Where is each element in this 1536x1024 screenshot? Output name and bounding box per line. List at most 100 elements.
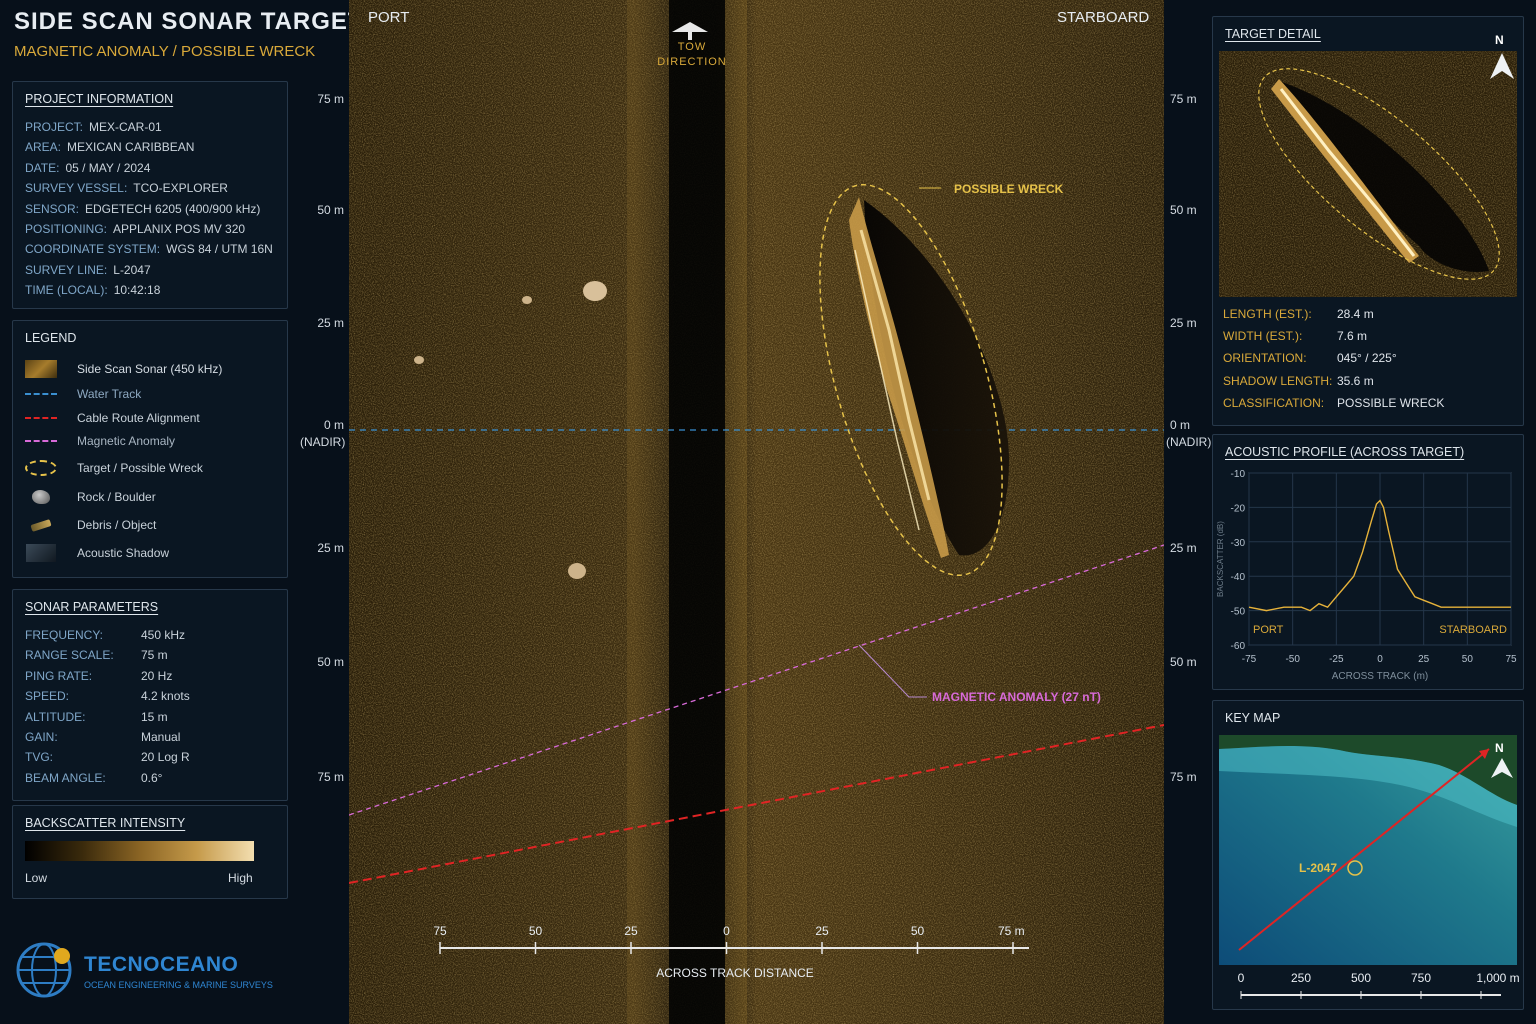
legend-label: Rock / Boulder <box>77 490 156 504</box>
legend-label: Debris / Object <box>77 518 157 532</box>
legend-panel: LEGEND Side Scan Sonar (450 kHz) Water T… <box>12 320 288 578</box>
project-value: 05 / MAY / 2024 <box>65 160 151 175</box>
sonar-param-key: PING RATE: <box>25 668 93 683</box>
project-key: PROJECT: <box>25 120 84 134</box>
project-row: COORDINATE SYSTEM: WGS 84 / UTM 16N <box>25 242 273 256</box>
target-detail-row: CLASSIFICATION: POSSIBLE WRECK <box>1223 396 1444 410</box>
rock-icon <box>568 563 586 579</box>
dashed-red-line-icon <box>25 408 57 428</box>
x-tick-label: 50 <box>1462 654 1474 665</box>
brand-tagline: OCEAN ENGINEERING & MARINE SURVEYS <box>84 980 273 990</box>
sonar-param-key: FREQUENCY: <box>25 628 104 642</box>
project-value: TCO-EXPLORER <box>133 181 228 196</box>
range-label-left: 75 m <box>317 770 344 784</box>
globe-icon <box>16 942 72 998</box>
target-detail-value: 7.6 m <box>1337 329 1368 344</box>
north-arrow-icon <box>1490 53 1514 79</box>
acoustic-profile-panel: ACOUSTIC PROFILE (ACROSS TARGET) -10 -20-… <box>1212 434 1524 690</box>
sonar-image[interactable] <box>349 0 1164 1024</box>
project-row: AREA: MEXICAN CARIBBEAN <box>25 140 194 154</box>
range-label-left: 25 m <box>317 541 344 555</box>
y-axis-label: BACKSCATTER (dB) <box>1216 521 1225 597</box>
possible-wreck-label: POSSIBLE WRECK <box>954 182 1064 196</box>
backscatter-colorbar <box>25 841 254 861</box>
map-scale-label: 1,000 m <box>1476 971 1520 985</box>
page-subtitle: MAGNETIC ANOMALY / POSSIBLE WRECK <box>14 43 316 60</box>
dashed-pink-line-icon <box>25 431 57 451</box>
legend-item-water-track: Water Track <box>25 384 141 404</box>
project-info-panel: PROJECT INFORMATION PROJECT: MEX-CAR-01 AR… <box>12 81 288 309</box>
sonar-param-value: 0.6° <box>141 770 163 785</box>
shadow-swatch-icon <box>25 543 57 563</box>
target-detail-value: 28.4 m <box>1337 307 1374 321</box>
scale-tick-label: 25 <box>815 924 829 938</box>
project-value: APPLANIX POS MV 320 <box>113 222 246 236</box>
scale-tick-label: 50 <box>528 924 543 938</box>
sonar-param-row: BEAM ANGLE: 0.6° <box>25 771 162 785</box>
sonar-param-row: FREQUENCY: 450 kHz <box>25 628 185 642</box>
target-detail-key: WIDTH (EST.): <box>1223 329 1303 344</box>
nadir-label-left: (NADIR) <box>300 435 346 449</box>
project-key: POSITIONING: <box>25 222 108 236</box>
range-label-left: 50 m <box>317 655 344 669</box>
sonar-param-key: BEAM ANGLE: <box>25 770 106 785</box>
project-value: L-2047 <box>113 262 151 277</box>
sonar-param-key: RANGE SCALE: <box>25 648 114 663</box>
target-detail-row: WIDTH (EST.): 7.6 m <box>1223 329 1367 343</box>
range-label-left: 25 m <box>317 316 344 330</box>
legend-item-debris: Debris / Object <box>25 515 156 535</box>
project-value: EDGETECH 6205 (400/900 kHz) <box>85 201 261 216</box>
key-map-scalebar <box>1240 991 1501 999</box>
sonar-param-row: SPEED: 4.2 knots <box>25 689 190 703</box>
project-row: SURVEY LINE: L-2047 <box>25 263 151 277</box>
sonar-param-key: TVG: <box>25 750 54 765</box>
y-tick-label: -10 <box>1231 469 1246 480</box>
map-scale-label: 250 <box>1290 971 1312 985</box>
sonar-param-value: 450 kHz <box>141 628 186 642</box>
rock-icon <box>583 281 607 301</box>
range-label-right: 75 m <box>1170 770 1197 784</box>
range-label-right: 50 m <box>1170 203 1197 217</box>
y-tick-label: -40 <box>1231 572 1246 583</box>
x-tick-label: -75 <box>1242 654 1257 665</box>
target-detail-image <box>1219 51 1517 297</box>
legend-item-cable: Cable Route Alignment <box>25 408 200 428</box>
project-row: DATE: 05 / MAY / 2024 <box>25 161 150 175</box>
target-detail-value: 35.6 m <box>1337 373 1374 388</box>
scale-tick-label: 75 m <box>998 924 1025 938</box>
x-tick-label: -25 <box>1329 654 1344 665</box>
sonar-param-value: 15 m <box>141 709 168 724</box>
magnetic-anomaly-label: MAGNETIC ANOMALY (27 nT) <box>932 690 1101 704</box>
target-detail-key: SHADOW LENGTH: <box>1223 373 1333 388</box>
sonar-canvas <box>349 0 1164 1024</box>
sonar-param-row: TVG: 20 Log R <box>25 750 190 764</box>
map-scale-label: 500 <box>1350 971 1372 985</box>
sonar-param-key: GAIN: <box>25 730 58 744</box>
target-detail-row: ORIENTATION: 045° / 225° <box>1223 351 1397 365</box>
x-tick-label: 0 <box>1377 654 1383 665</box>
legend-item-sonar: Side Scan Sonar (450 kHz) <box>25 359 222 379</box>
range-label-right: 75 m <box>1170 92 1197 106</box>
sonar-params-panel: SONAR PARAMETERS FREQUENCY: 450 kHz RANGE … <box>12 589 288 801</box>
target-detail-value: 045° / 225° <box>1337 351 1397 366</box>
sonar-param-row: ALTITUDE: 15 m <box>25 710 168 724</box>
dashed-blue-line-icon <box>25 384 57 404</box>
across-track-title: ACROSS TRACK DISTANCE <box>656 966 814 980</box>
legend-label: Magnetic Anomaly <box>77 434 176 448</box>
target-detail-value: POSSIBLE WRECK <box>1337 395 1445 410</box>
sonar-param-value: Manual <box>141 730 181 744</box>
project-row: POSITIONING: APPLANIX POS MV 320 <box>25 222 245 236</box>
backscatter-high: High <box>228 871 253 885</box>
x-axis-label: ACROSS TRACK (m) <box>1332 671 1429 682</box>
sonar-param-row: PING RATE: 20 Hz <box>25 669 172 683</box>
target-detail-row: SHADOW LENGTH: 35.6 m <box>1223 374 1374 388</box>
backscatter-low: Low <box>25 871 48 885</box>
range-label-left: 75 m <box>317 92 344 106</box>
target-detail-row: LENGTH (EST.): 28.4 m <box>1223 307 1374 321</box>
target-detail-panel: TARGET DETAIL N LENGTH (EST.): 28.4 m WIDT… <box>1212 16 1524 426</box>
brand-name: TECNOCEANO <box>84 953 239 976</box>
target-detail-title: TARGET DETAIL <box>1225 27 1321 41</box>
y-tick-label: -20 <box>1231 503 1246 514</box>
sonar-param-row: RANGE SCALE: 75 m <box>25 648 168 662</box>
project-row: SURVEY VESSEL: TCO-EXPLORER <box>25 181 228 195</box>
